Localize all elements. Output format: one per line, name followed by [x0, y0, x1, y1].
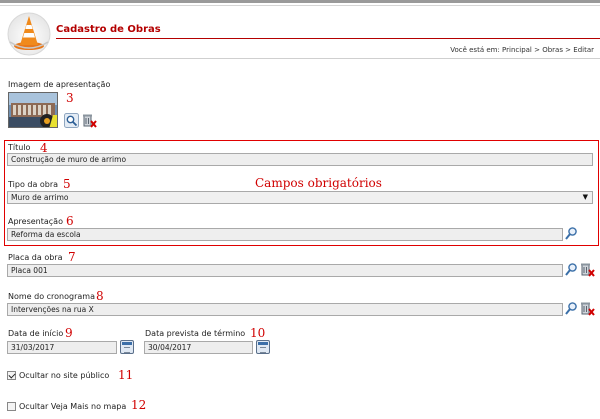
annotation-number-10: 10 — [250, 326, 266, 340]
tipo-select-value: Muro de arrimo — [11, 193, 69, 202]
top-border-secondary — [0, 5, 600, 6]
tipo-select[interactable]: Muro de arrimo ▼ — [7, 191, 593, 204]
ocultar-site-label: Ocultar no site público — [19, 371, 110, 380]
image-label: Imagem de apresentação — [8, 80, 111, 89]
traffic-cone-logo-icon — [7, 12, 51, 56]
apresentacao-label: Apresentação — [8, 217, 63, 226]
ocultar-site-checkbox[interactable] — [7, 371, 16, 380]
titulo-field[interactable]: Construção de muro de arrimo — [7, 153, 593, 166]
top-border — [0, 0, 600, 3]
header-divider — [0, 58, 600, 59]
data-inicio-field[interactable]: 31/03/2017 — [7, 341, 117, 354]
search-icon[interactable] — [564, 301, 579, 316]
search-icon[interactable] — [64, 113, 79, 128]
presentation-image-thumbnail[interactable] — [8, 92, 58, 128]
ocultar-mapa-checkbox[interactable] — [7, 402, 16, 411]
data-inicio-label: Data de início — [8, 329, 64, 338]
cronograma-label: Nome do cronograma — [8, 292, 95, 301]
titulo-label: Título — [8, 143, 31, 152]
delete-icon[interactable] — [580, 262, 595, 277]
ocultar-mapa-label: Ocultar Veja Mais no mapa — [19, 402, 127, 411]
page-title: Cadastro de Obras — [56, 24, 161, 35]
breadcrumb: Você está em: Principal > Obras > Editar — [450, 46, 594, 54]
calendar-icon[interactable] — [256, 340, 270, 354]
annotation-number-5: 5 — [63, 177, 71, 191]
data-termino-field[interactable]: 30/04/2017 — [144, 341, 253, 354]
construction-photo — [9, 93, 57, 127]
search-icon[interactable] — [564, 262, 579, 277]
annotation-number-9: 9 — [65, 326, 73, 340]
dropdown-arrow-icon: ▼ — [582, 193, 588, 201]
delete-icon[interactable] — [580, 301, 595, 316]
annotation-number-3: 3 — [66, 91, 74, 105]
cronograma-field[interactable]: Intervenções na rua X — [7, 303, 563, 316]
annotation-number-6: 6 — [66, 214, 74, 228]
apresentacao-field[interactable]: Reforma da escola — [7, 228, 563, 241]
required-fields-note: Campos obrigatórios — [255, 176, 382, 190]
annotation-number-11: 11 — [118, 368, 134, 382]
placa-label: Placa da obra — [8, 253, 63, 262]
tipo-label: Tipo da obra — [8, 180, 59, 189]
annotation-number-12: 12 — [131, 398, 147, 412]
delete-icon[interactable] — [82, 113, 97, 128]
calendar-icon[interactable] — [120, 340, 134, 354]
search-icon[interactable] — [564, 226, 579, 241]
placa-field[interactable]: Placa 001 — [7, 264, 563, 277]
data-termino-label: Data prevista de término — [145, 329, 246, 338]
annotation-number-8: 8 — [96, 289, 104, 303]
annotation-number-7: 7 — [68, 250, 76, 264]
title-underline — [56, 38, 600, 39]
